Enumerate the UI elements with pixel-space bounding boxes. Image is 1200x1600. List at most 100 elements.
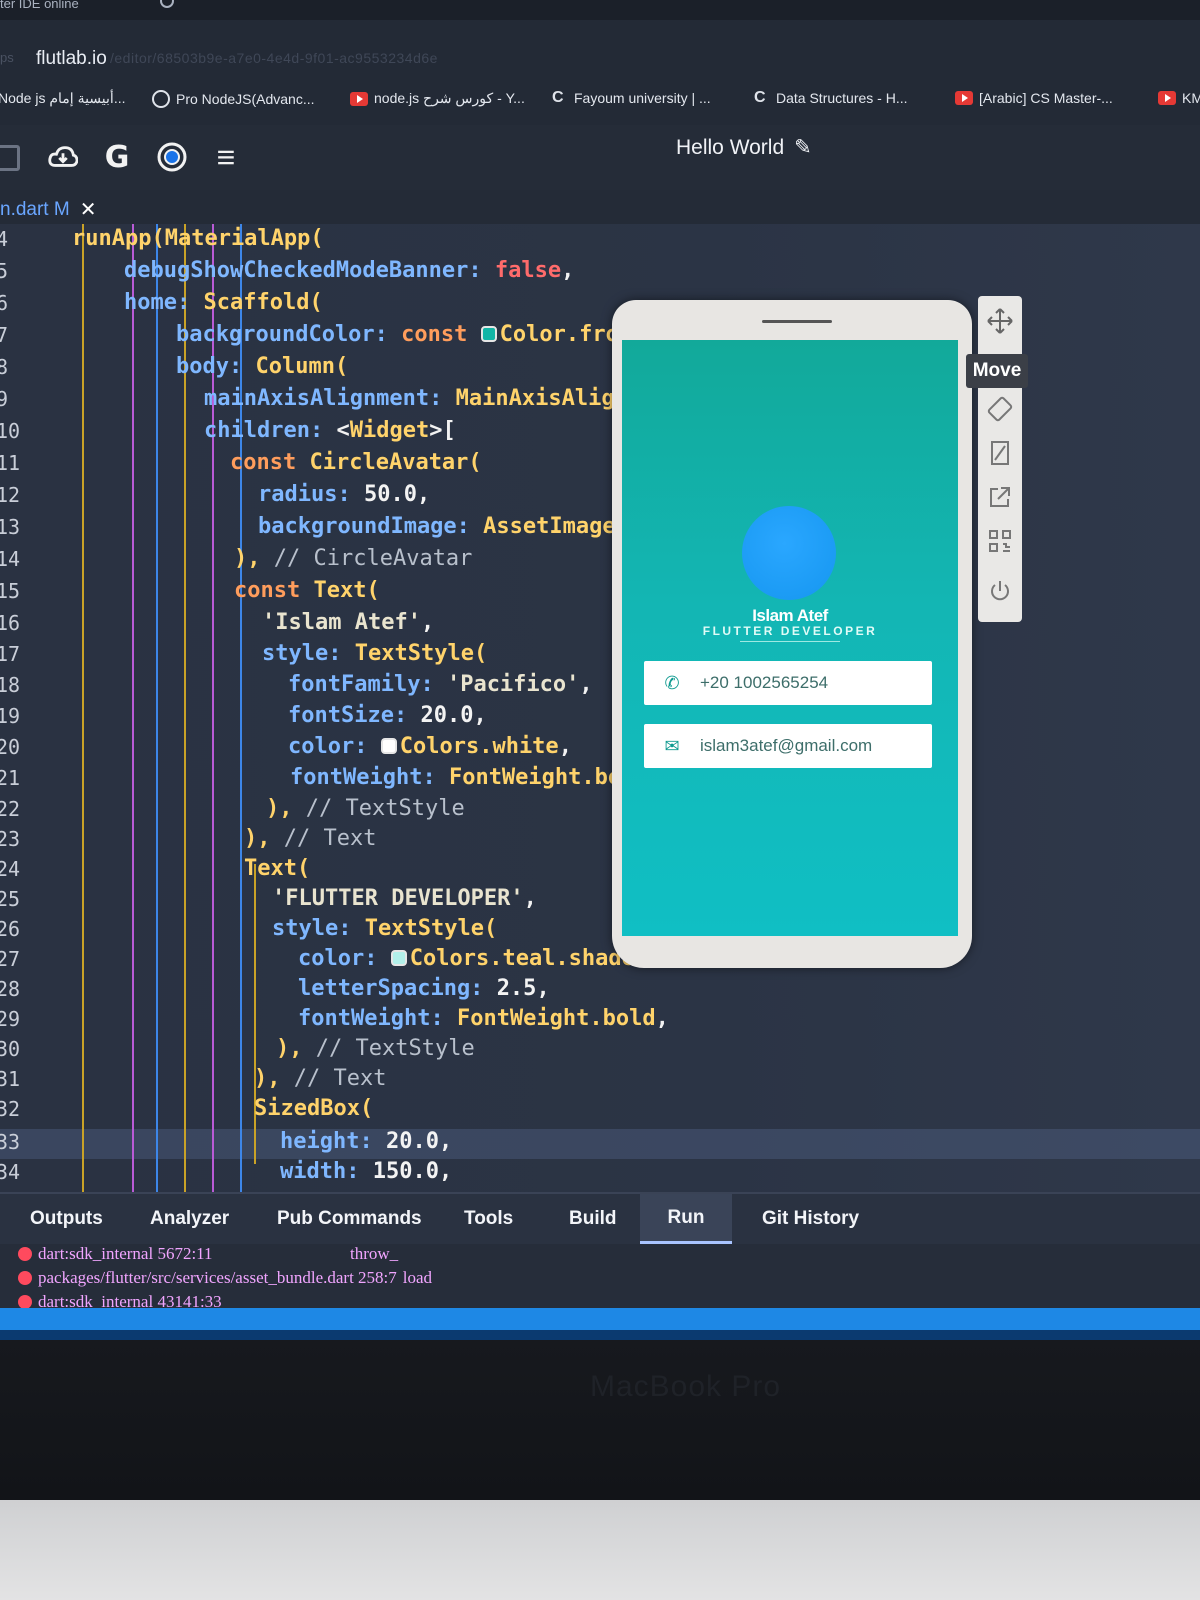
line-number: 6 [0, 291, 9, 315]
project-icon[interactable] [0, 145, 20, 171]
line-number: 27 [0, 947, 21, 971]
code-line: fontFamily: 'Pacifico', [288, 672, 593, 697]
line-number: 25 [0, 887, 21, 911]
code-line: width: 150.0, [280, 1159, 453, 1184]
rotate-icon[interactable] [978, 392, 1022, 426]
menu-icon[interactable]: ≡ [211, 139, 241, 175]
line-number: 22 [0, 797, 21, 821]
line-number: 8 [0, 355, 9, 379]
log-text: packages/flutter/src/services/asset_bund… [38, 1268, 397, 1287]
tab-strip: ter IDE online [0, 0, 1200, 20]
google-icon[interactable]: G [102, 140, 132, 175]
tab-pub-commands[interactable]: Pub Commands [277, 1208, 422, 1230]
open-external-icon[interactable] [978, 480, 1022, 514]
ide-toolbar: G ≡ Hello World ✎ [0, 125, 1200, 190]
code-line: home: Scaffold( [124, 290, 323, 315]
code-line: runApp(MaterialApp( [72, 226, 324, 251]
app-screen[interactable]: Islam Atef FLUTTER DEVELOPER ✆ +20 10025… [622, 340, 958, 936]
laptop-base [0, 1500, 1200, 1600]
laptop-bezel: MacBook Pro [0, 1340, 1200, 1500]
code-line: fontWeight: FontWeight.bol [290, 765, 635, 790]
address-scheme: ps [0, 50, 14, 65]
code-line: 'FLUTTER DEVELOPER', [272, 886, 537, 911]
bookmark-node-js[interactable]: Node js أبيسية إمام... [0, 90, 125, 107]
line-number: 26 [0, 917, 21, 941]
line-number: 18 [0, 673, 21, 697]
youtube-icon [1158, 91, 1176, 105]
laptop-label: MacBook Pro [590, 1370, 782, 1403]
resize-icon[interactable] [978, 436, 1022, 470]
line-number: 24 [0, 857, 21, 881]
move-tooltip: Move [966, 354, 1028, 388]
bookmark-label: Fayoum university | ... [574, 90, 711, 106]
bookmarks-bar: Node js أبيسية إمام... Pro NodeJS(Advanc… [0, 82, 1200, 114]
qr-code-icon[interactable] [978, 524, 1022, 558]
code-line: fontWeight: FontWeight.bold, [298, 1006, 669, 1031]
tab-build[interactable]: Build [569, 1208, 617, 1230]
browser-tab-title[interactable]: ter IDE online [0, 0, 79, 11]
tab-tools[interactable]: Tools [464, 1208, 513, 1230]
line-number: 12 [0, 483, 21, 507]
tab-analyzer[interactable]: Analyzer [150, 1208, 229, 1230]
move-icon[interactable] [978, 304, 1022, 338]
cloud-download-icon[interactable] [48, 142, 78, 172]
tab-git-history[interactable]: Git History [762, 1208, 859, 1230]
line-number: 15 [0, 579, 21, 603]
code-line: ), // Text [244, 826, 377, 851]
code-line: children: <Widget>[ [204, 418, 456, 443]
bookmark-km[interactable]: KM [1158, 90, 1200, 106]
device-preview[interactable]: Islam Atef FLUTTER DEVELOPER ✆ +20 10025… [612, 300, 972, 968]
address-path: /editor/68503b9e-a7e0-4e4d-9f01-ac955323… [110, 50, 438, 66]
bookmark-node-course[interactable]: node.js كورس شرح - Y... [350, 90, 525, 107]
line-number: 17 [0, 642, 21, 666]
line-number: 7 [0, 323, 9, 347]
youtube-icon [955, 91, 973, 105]
power-icon[interactable] [978, 574, 1022, 608]
bookmark-fayoum[interactable]: C Fayoum university | ... [552, 90, 711, 107]
phone-icon: ✆ [664, 672, 680, 693]
code-line: ), // CircleAvatar [234, 546, 473, 571]
profile-name: Islam Atef [752, 606, 828, 625]
error-icon [18, 1295, 32, 1309]
avatar [742, 506, 836, 600]
phone-card[interactable]: ✆ +20 1002565254 [644, 661, 932, 705]
file-tab-label: n.dart M [0, 198, 70, 220]
line-number: 29 [0, 1007, 21, 1031]
bookmark-label: [Arabic] CS Master-... [979, 90, 1113, 106]
code-line: backgroundColor: const Color.fro [176, 322, 619, 347]
code-line: height: 20.0, [280, 1129, 453, 1154]
code-line: debugShowCheckedModeBanner: false, [124, 258, 575, 283]
bookmark-pro-nodejs[interactable]: Pro NodeJS(Advanc... [152, 90, 315, 108]
log-line: packages/flutter/src/services/asset_bund… [18, 1268, 432, 1288]
chrome-icon[interactable] [157, 142, 187, 172]
code-line: fontSize: 20.0, [288, 703, 487, 728]
line-number: 28 [0, 977, 21, 1001]
line-number: 19 [0, 704, 21, 728]
line-number: 20 [0, 735, 21, 759]
phone-number: +20 1002565254 [700, 673, 829, 692]
device-toolbar [978, 296, 1022, 622]
log-text: dart:sdk_internal 5672:11 [38, 1244, 213, 1263]
bookmark-cs-master[interactable]: [Arabic] CS Master-... [955, 90, 1113, 106]
pencil-icon[interactable]: ✎ [794, 135, 812, 160]
line-number: 10 [0, 419, 21, 443]
tab-run[interactable]: Run [640, 1194, 732, 1244]
email-card[interactable]: ✉ islam3atef@gmail.com [644, 724, 932, 768]
run-console[interactable]: dart:sdk_internal 5672:11 throw_ package… [0, 1244, 1200, 1311]
browser-chrome: ter IDE online ps flutlab.io /editor/685… [0, 0, 1200, 125]
close-icon[interactable]: ✕ [80, 197, 97, 222]
line-number: 5 [0, 259, 9, 283]
code-line: const Text( [234, 578, 380, 603]
line-number: 21 [0, 766, 21, 790]
code-line: style: TextStyle( [272, 916, 498, 941]
code-line: ), // TextStyle [276, 1036, 475, 1061]
code-line: ), // TextStyle [266, 796, 465, 821]
project-title[interactable]: Hello World ✎ [676, 135, 812, 160]
bookmark-data-structures[interactable]: C Data Structures - H... [754, 90, 907, 107]
tab-outputs[interactable]: Outputs [30, 1208, 103, 1230]
line-number: 4 [0, 227, 9, 251]
bookmark-label: node.js كورس شرح - Y... [374, 90, 525, 106]
address-bar[interactable]: ps flutlab.io /editor/68503b9e-a7e0-4e4d… [0, 40, 1200, 76]
tab-search-icon[interactable] [160, 0, 174, 8]
file-tab-main-dart[interactable]: n.dart M ✕ [0, 197, 96, 222]
